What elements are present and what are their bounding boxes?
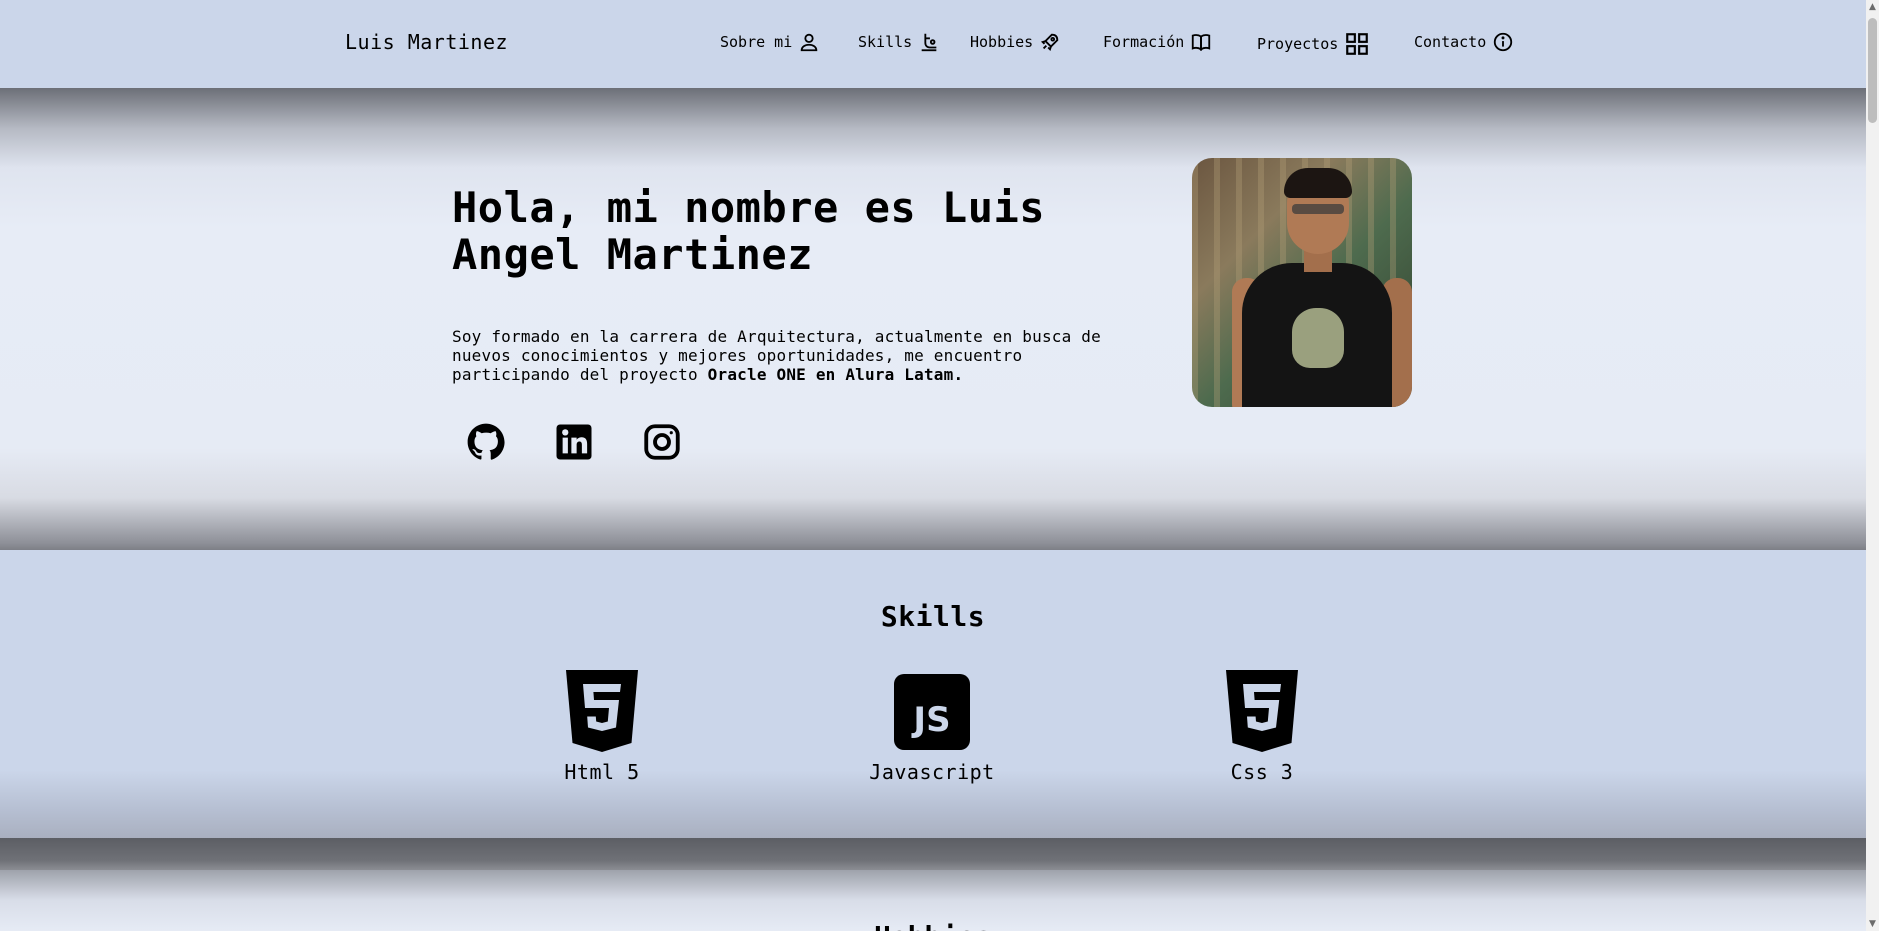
nav-label: Proyectos [1257, 35, 1339, 53]
site-header: Luis Martinez Sobre mi Skills Hobbies Fo… [0, 0, 1866, 88]
linkedin-link[interactable] [553, 421, 595, 463]
scrollbar-thumb[interactable] [1868, 18, 1877, 123]
javascript-icon: JS [894, 674, 970, 750]
skill-html5: Html 5 [522, 668, 682, 784]
book-icon [1192, 34, 1211, 52]
nav-item-skills[interactable]: Skills [858, 31, 940, 53]
hero-description-highlight: Oracle ONE en Alura Latam. [707, 365, 964, 384]
html5-icon [566, 670, 638, 752]
skill-label: Html 5 [564, 760, 640, 784]
linkedin-icon [556, 424, 592, 460]
rocket-icon [1041, 33, 1059, 52]
nav-label: Sobre mi [720, 33, 793, 51]
nav-item-formacion[interactable]: Formación [1103, 31, 1212, 53]
skill-css3: Css 3 [1182, 668, 1342, 784]
nav-label: Skills [858, 33, 913, 51]
hobbies-title: Hobbies [0, 920, 1866, 931]
nav-label: Hobbies [970, 33, 1034, 51]
nav-label: Contacto [1414, 33, 1487, 51]
hero-title: Hola, mi nombre es Luis Angel Martinez [452, 183, 1046, 279]
brand-name[interactable]: Luis Martinez [345, 30, 508, 54]
scroll-up-arrow-icon[interactable]: ▲ [1866, 0, 1879, 14]
skill-label: Css 3 [1230, 760, 1294, 784]
photo-shirt-print [1292, 308, 1344, 368]
skill-javascript: JS Javascript [852, 668, 1012, 784]
css3-icon [1226, 670, 1298, 752]
skills-section: Skills Html 5 JS Javascript Css 3 [0, 550, 1866, 838]
section-separator [0, 838, 1866, 870]
svg-text:JS: JS [911, 700, 950, 740]
profile-photo [1192, 158, 1412, 407]
instagram-icon [644, 424, 680, 460]
github-link[interactable] [465, 421, 507, 463]
social-links [465, 421, 683, 463]
hero-section: Hola, mi nombre es Luis Angel Martinez S… [0, 88, 1866, 550]
nav-item-proyectos[interactable]: Proyectos [1257, 31, 1370, 57]
skills-icon [921, 33, 937, 52]
page-scrollbar[interactable]: ▲ ▼ [1866, 0, 1879, 931]
nav-item-sobre-mi[interactable]: Sobre mi [720, 31, 820, 53]
nav-item-contacto[interactable]: Contacto [1414, 31, 1514, 53]
skills-title: Skills [880, 600, 986, 633]
nav-item-hobbies[interactable]: Hobbies [970, 31, 1061, 53]
skill-label: Javascript [869, 760, 995, 784]
grid-icon [1346, 33, 1369, 55]
github-icon [467, 423, 505, 460]
hobbies-section: Hobbies [0, 870, 1866, 931]
nav-label: Formación [1103, 33, 1185, 51]
hero-description: Soy formado en la carrera de Arquitectur… [452, 327, 1132, 384]
scroll-down-arrow-icon[interactable]: ▼ [1866, 917, 1879, 931]
photo-hair [1284, 168, 1352, 198]
instagram-link[interactable] [641, 421, 683, 463]
user-icon [800, 33, 818, 52]
photo-glasses [1292, 204, 1344, 214]
info-icon [1494, 32, 1513, 52]
